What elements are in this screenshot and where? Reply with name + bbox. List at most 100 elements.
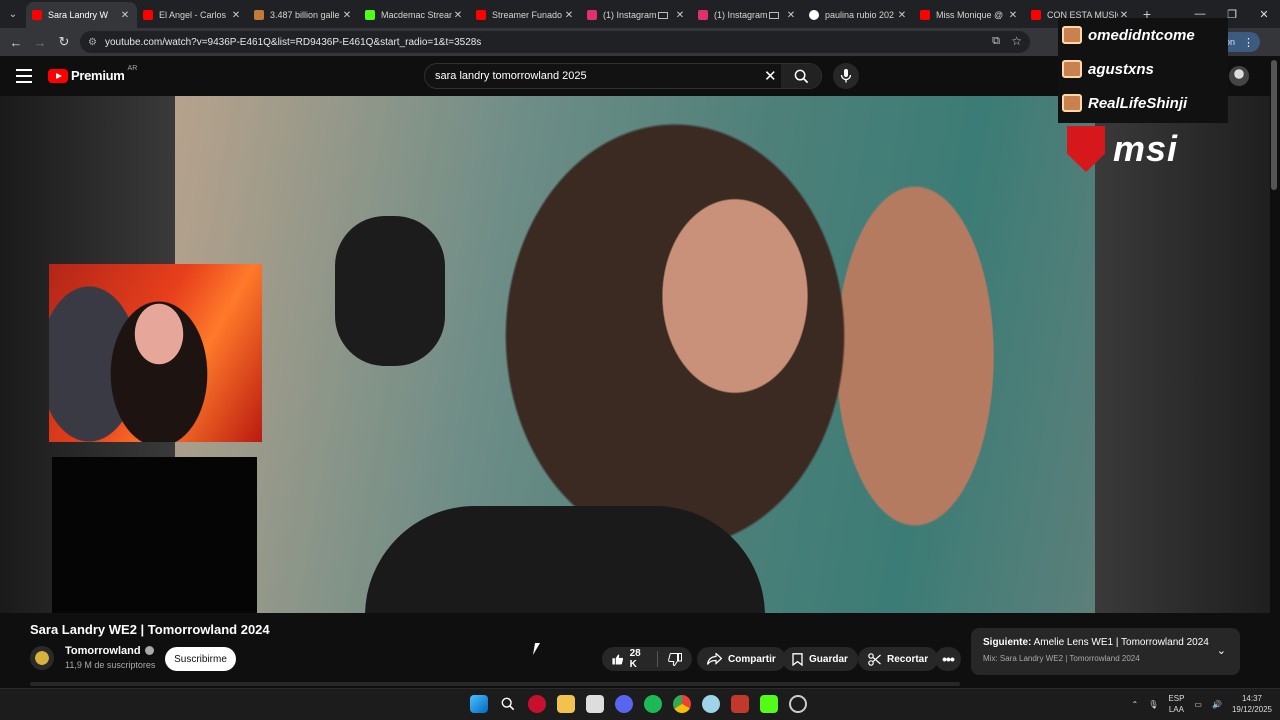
page-scrollbar[interactable] — [1271, 60, 1277, 190]
app-circle-icon[interactable] — [789, 695, 807, 713]
chrome-icon[interactable] — [673, 695, 691, 713]
dislike-button[interactable] — [658, 647, 692, 671]
tray-chevron-icon[interactable]: ⌃ — [1132, 700, 1139, 709]
youtube-logo[interactable]: Premium AR — [48, 65, 137, 83]
close-tab-icon[interactable]: ✕ — [452, 10, 464, 21]
browser-tab[interactable]: (1) Instagram ✕ — [581, 2, 692, 28]
volume-icon[interactable]: 🔊 — [1212, 700, 1222, 709]
save-button[interactable]: Guardar — [782, 647, 858, 671]
voice-search-button[interactable] — [833, 63, 859, 89]
address-bar[interactable]: ⚙ youtube.com/watch?v=9436P-E461Q&list=R… — [80, 31, 1030, 53]
thumbs-down-icon — [668, 652, 682, 666]
search-box[interactable]: sara landry tomorrowland 2025 ✕ — [424, 63, 822, 89]
close-tab-icon[interactable]: ✕ — [785, 10, 797, 21]
subscriber-count: 11,9 M de suscriptores — [65, 660, 156, 670]
tab-favicon-icon — [587, 10, 597, 20]
tab-favicon-icon — [32, 10, 42, 20]
more-horiz-icon: ••• — [942, 651, 955, 667]
reload-icon[interactable]: ↻ — [52, 34, 76, 50]
bookmark-star-icon[interactable]: ☆ — [1011, 34, 1022, 48]
hamburger-menu-icon[interactable] — [16, 69, 32, 87]
streamer-webcam-overlay — [49, 264, 262, 442]
expand-chevron-icon[interactable]: ⌄ — [1217, 644, 1226, 657]
network-icon[interactable]: ▭ — [1194, 700, 1202, 709]
tab-favicon-icon — [365, 10, 375, 20]
file-explorer-icon[interactable] — [557, 695, 575, 713]
tab-title: Streamer Funado — [492, 10, 563, 20]
mic-tray-icon[interactable]: 🎙 — [1148, 700, 1158, 709]
close-tab-icon[interactable]: ✕ — [896, 10, 908, 21]
tab-search-chevron-icon[interactable]: ⌄ — [0, 0, 26, 28]
forward-icon[interactable]: → — [28, 35, 52, 50]
install-icon[interactable]: ⧉ — [992, 35, 1000, 48]
search-input[interactable]: sara landry tomorrowland 2025 — [435, 70, 587, 82]
gift-icon — [1062, 94, 1082, 112]
tab-favicon-icon — [476, 10, 486, 20]
close-tab-icon[interactable]: ✕ — [674, 10, 686, 21]
browser-tab[interactable]: paulina rubio 202 ✕ — [803, 2, 914, 28]
store-icon[interactable] — [586, 695, 604, 713]
more-actions-button[interactable]: ••• — [935, 647, 961, 671]
account-avatar[interactable] — [1229, 66, 1249, 86]
browser-tab[interactable]: El Angel - Carlos ✕ — [137, 2, 248, 28]
tab-title: Sara Landry W — [48, 10, 109, 20]
logo-wordmark: Premium — [71, 68, 125, 83]
supporter-item: agustxns — [1058, 52, 1228, 86]
channel-name[interactable]: Tomorrowland — [65, 645, 141, 657]
scissors-icon — [868, 652, 881, 666]
app-red-icon[interactable] — [528, 695, 546, 713]
browser-tab[interactable]: (1) Instagram ✕ — [692, 2, 803, 28]
video-player[interactable] — [0, 96, 1270, 613]
browser-tab[interactable]: Streamer Funado ✕ — [470, 2, 581, 28]
close-tab-icon[interactable]: ✕ — [1007, 10, 1019, 21]
browser-tab[interactable]: Miss Monique @ ✕ — [914, 2, 1025, 28]
site-info-icon[interactable]: ⚙ — [88, 37, 97, 48]
gift-icon — [1062, 60, 1082, 78]
like-button[interactable]: 28 K — [602, 647, 657, 671]
channel-name-row[interactable]: Tomorrowland — [65, 645, 155, 657]
video-frame[interactable] — [175, 96, 1095, 613]
clear-search-icon[interactable]: ✕ — [764, 67, 777, 85]
tab-title: (1) Instagram — [603, 10, 657, 20]
lang-top: ESP — [1168, 694, 1185, 703]
browser-tab[interactable]: 3.487 billion galle ✕ — [248, 2, 359, 28]
close-tab-icon[interactable]: ✕ — [341, 10, 353, 21]
more-vert-icon[interactable]: ⋮ — [1243, 36, 1254, 49]
clip-button[interactable]: Recortar — [858, 647, 939, 671]
channel-info: Tomorrowland 11,9 M de suscriptores — [30, 645, 155, 670]
windows-start-icon[interactable] — [470, 695, 488, 713]
like-count: 28 K — [629, 648, 641, 670]
language-indicator[interactable]: ESP LAA — [1168, 693, 1184, 715]
app-stream-icon[interactable] — [731, 695, 749, 713]
save-label: Guardar — [809, 653, 848, 665]
tab-favicon-icon — [143, 10, 153, 20]
close-tab-icon[interactable]: ✕ — [230, 10, 242, 21]
next-up-card[interactable]: Siguiente: Amelie Lens WE1 | Tomorrowlan… — [971, 628, 1240, 675]
spotify-icon[interactable] — [644, 695, 662, 713]
tab-title: (1) Instagram — [714, 10, 768, 20]
close-tab-icon[interactable]: ✕ — [563, 10, 575, 21]
subscribe-button[interactable]: Suscribirme — [165, 647, 236, 671]
discord-icon[interactable] — [615, 695, 633, 713]
microphone-icon — [840, 69, 852, 83]
media-playing-icon — [769, 11, 779, 19]
close-tab-icon[interactable]: ✕ — [119, 10, 131, 21]
browser-tab[interactable]: Sara Landry W ✕ — [26, 2, 137, 28]
kick-icon[interactable] — [760, 695, 778, 713]
mouse-cursor-icon — [532, 643, 541, 655]
share-button[interactable]: Compartir — [697, 647, 786, 671]
close-window-icon[interactable]: ✕ — [1248, 8, 1280, 21]
tab-favicon-icon — [254, 10, 264, 20]
browser-tab[interactable]: Macdemac Strean ✕ — [359, 2, 470, 28]
next-up-mix: Mix: Sara Landry WE2 | Tomorrowland 2024 — [983, 654, 1140, 663]
back-icon[interactable]: ← — [4, 35, 28, 50]
app-shell-icon[interactable] — [702, 695, 720, 713]
clock[interactable]: 14:37 19/12/2025 — [1232, 693, 1272, 715]
tab-title: paulina rubio 202 — [825, 10, 895, 20]
search-icon[interactable] — [499, 695, 517, 713]
search-button[interactable] — [781, 64, 821, 88]
share-label: Compartir — [728, 653, 776, 665]
channel-avatar[interactable] — [30, 645, 54, 670]
windows-taskbar: ⌃ 🎙 ESP LAA ▭ 🔊 14:37 19/12/2025 — [0, 688, 1280, 720]
msi-dragon-shield-icon — [1067, 126, 1105, 172]
